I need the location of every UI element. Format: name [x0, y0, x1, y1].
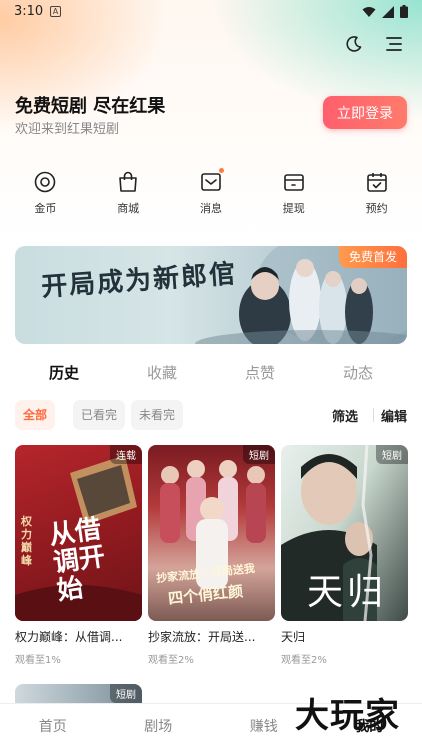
filter-chip-unfinished[interactable]: 未看完	[131, 400, 184, 430]
watermark-logo: 大玩家	[295, 696, 400, 736]
poster-tag: 短剧	[243, 445, 275, 464]
drama-card[interactable]: 连载 从借调开始 权力巅峰 权力巅峰：从借调... 观看至1%	[15, 445, 142, 666]
quick-menu-label: 提现	[282, 202, 305, 215]
message-icon	[199, 170, 223, 194]
quick-menu-label: 消息	[199, 202, 222, 215]
unread-dot	[218, 168, 224, 173]
nav-home[interactable]: 首页	[0, 704, 106, 750]
quick-menu-label: 金币	[34, 202, 57, 215]
battery-icon	[400, 5, 408, 18]
watch-progress: 观看至2%	[281, 655, 327, 666]
filter-button[interactable]: 筛选	[332, 406, 358, 425]
drama-card[interactable]: 短剧 抄家流放：开局送我 四个俏红颜 抄家流放：开局送... 观看至2%	[148, 445, 275, 666]
filter-chip-all[interactable]: 全部	[15, 400, 56, 430]
wifi-icon	[362, 6, 376, 17]
banner-badge: 免费首发	[338, 246, 407, 268]
poster-title: 天归	[307, 572, 388, 613]
poster-tag: 短剧	[376, 445, 408, 464]
drama-title: 天归	[281, 630, 306, 644]
quick-menu-label: 商城	[117, 202, 140, 215]
poster-subtitle: 权力巅峰	[21, 515, 32, 567]
poster-tag: 连载	[110, 445, 142, 464]
status-bar: 3:10 A	[0, 0, 422, 24]
quick-menu: 金币 商城 消息 提现 预约	[0, 168, 422, 220]
drama-title: 抄家流放：开局送...	[148, 630, 256, 644]
quick-menu-label: 预约	[365, 202, 388, 215]
filter-divider	[373, 408, 374, 422]
hero-title: 免费短剧 尽在红果	[15, 96, 166, 117]
drama-card[interactable]: 短剧 天归 天归 观看至2%	[281, 445, 408, 666]
calendar-icon	[365, 170, 389, 194]
header-actions	[344, 34, 404, 54]
library-tabs: 历史 收藏 点赞 动态	[0, 362, 422, 388]
coin-icon	[33, 170, 57, 194]
tab-likes[interactable]: 点赞	[245, 362, 275, 383]
watch-progress: 观看至1%	[15, 655, 61, 666]
watch-progress: 观看至2%	[148, 655, 194, 666]
tab-activity[interactable]: 动态	[343, 362, 373, 383]
wallet-icon	[282, 170, 306, 194]
quick-menu-messages[interactable]: 消息	[181, 168, 241, 220]
quick-menu-mall[interactable]: 商城	[98, 170, 158, 220]
notification-badge-icon: A	[50, 6, 61, 17]
quick-menu-reserve[interactable]: 预约	[347, 170, 407, 220]
signal-icon	[382, 5, 394, 18]
login-button[interactable]: 立即登录	[323, 96, 407, 129]
poster-tag: 短剧	[110, 684, 142, 703]
filter-chip-finished[interactable]: 已看完	[73, 400, 126, 430]
menu-icon[interactable]	[384, 34, 404, 54]
drama-poster: 连载 从借调开始 权力巅峰	[15, 445, 142, 621]
drama-poster: 短剧 天归	[281, 445, 408, 621]
drama-poster: 短剧 抄家流放：开局送我 四个俏红颜	[148, 445, 275, 621]
filter-row: 全部 已看完 未看完 筛选 编辑	[15, 400, 407, 430]
promo-banner[interactable]: 开局成为新郎倌 免费首发	[15, 246, 407, 344]
edit-button[interactable]: 编辑	[381, 406, 407, 425]
tab-favorites[interactable]: 收藏	[147, 362, 177, 383]
quick-menu-withdraw[interactable]: 提现	[264, 170, 324, 220]
status-time: 3:10	[14, 4, 44, 19]
drama-title: 权力巅峰：从借调...	[15, 630, 123, 644]
moon-icon[interactable]	[344, 34, 364, 54]
quick-menu-coins[interactable]: 金币	[15, 170, 75, 220]
hero-subtitle: 欢迎来到红果短剧	[15, 122, 120, 137]
nav-theater[interactable]: 剧场	[106, 704, 212, 750]
poster-title: 从借调开始	[47, 514, 107, 607]
tab-history[interactable]: 历史	[49, 362, 79, 383]
shopping-bag-icon	[116, 170, 140, 194]
